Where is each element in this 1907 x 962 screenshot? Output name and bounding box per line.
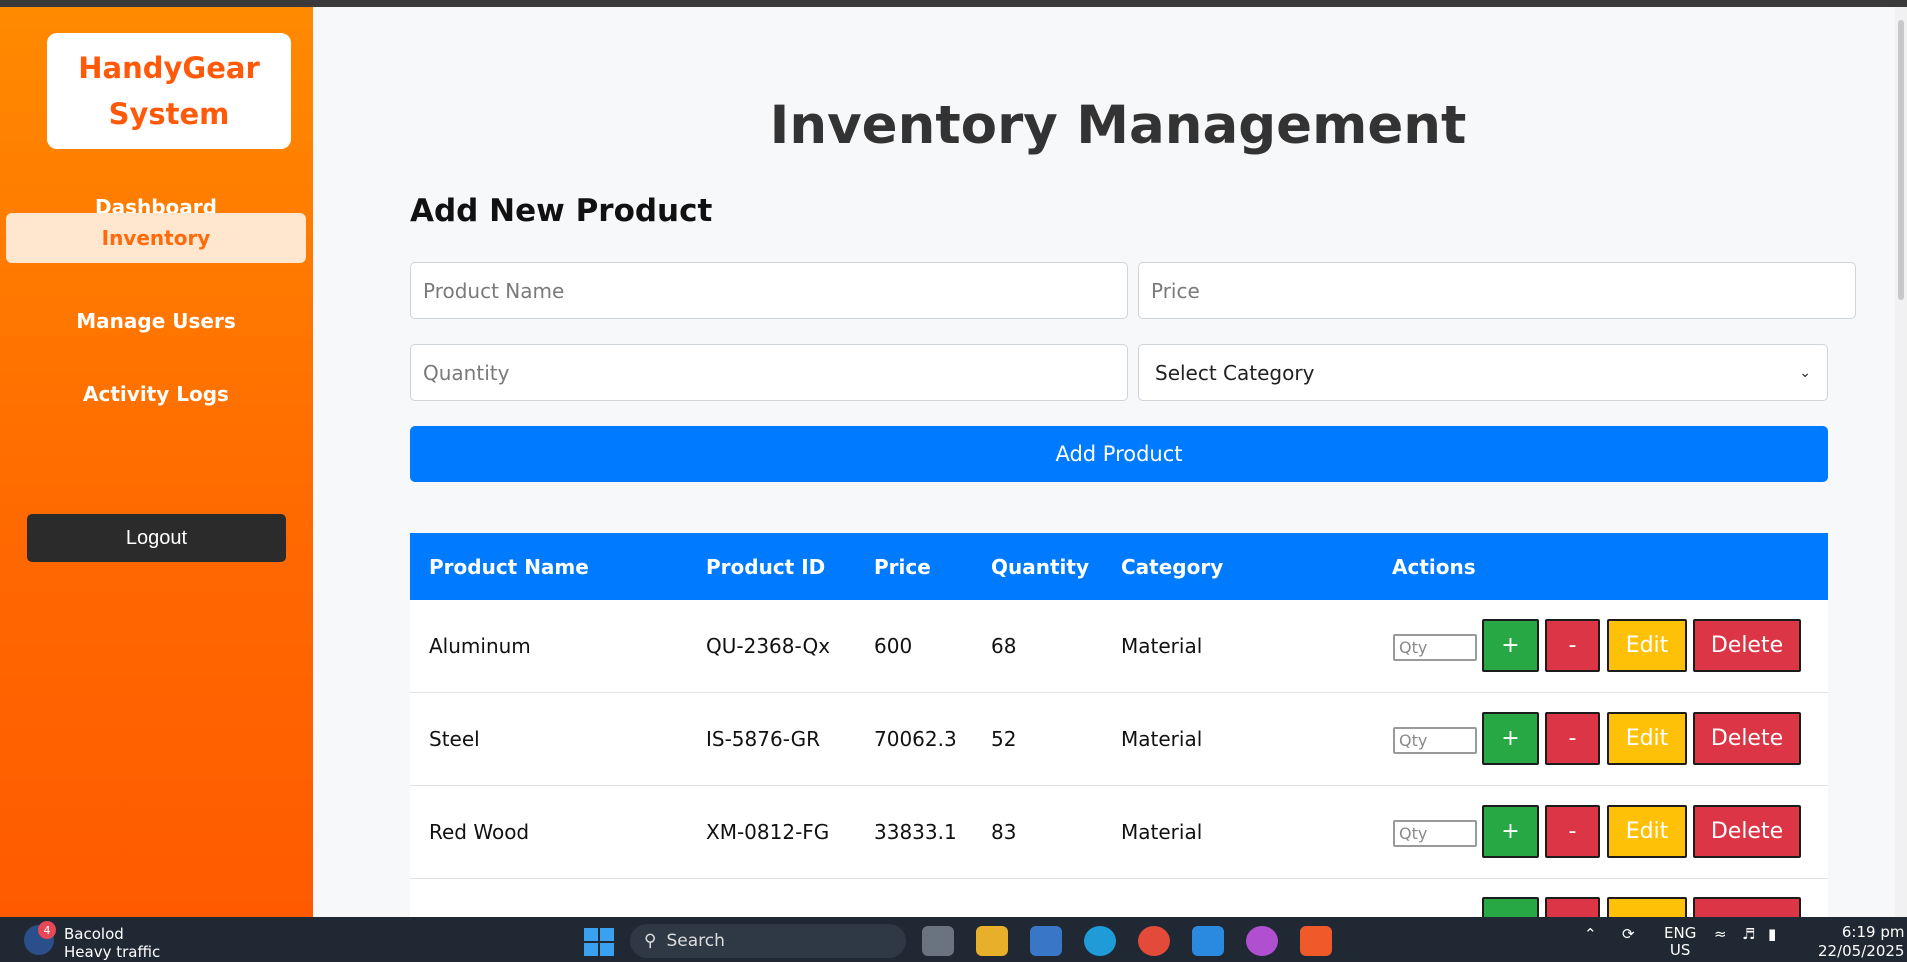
inventory-table: Product Name Product ID Price Quantity C… [410, 533, 1828, 917]
page-scrollbar-thumb[interactable] [1898, 20, 1904, 300]
delete-button[interactable]: Delete [1693, 619, 1801, 672]
windows-start-icon[interactable] [584, 928, 614, 956]
sidebar: HandyGear System Dashboard Inventory Man… [0, 7, 313, 917]
column-header-quantity: Quantity [991, 554, 1089, 579]
delete-button[interactable] [1693, 897, 1801, 917]
cell-price: 600 [874, 634, 913, 658]
delete-button[interactable]: Delete [1693, 712, 1801, 765]
volume-icon[interactable]: ♬ [1742, 925, 1755, 943]
region-code: US [1669, 941, 1691, 959]
section-title: Add New Product [410, 193, 713, 229]
system-clock[interactable]: 6:19 pm 22/05/2025 [1818, 923, 1904, 961]
edit-button[interactable]: Edit [1607, 805, 1687, 858]
cell-quantity: 52 [991, 727, 1017, 751]
decrease-qty-button[interactable]: - [1545, 805, 1600, 858]
increase-qty-button[interactable]: + [1482, 805, 1539, 858]
cell-price: 33833.1 [874, 820, 957, 844]
chrome-icon[interactable] [1138, 926, 1170, 956]
weather-city: Bacolod [64, 925, 124, 943]
traffic-icon: 4 [24, 921, 56, 955]
price-input[interactable] [1138, 262, 1856, 319]
window-top-bar [0, 0, 1907, 7]
edit-button[interactable] [1607, 897, 1687, 917]
cell-category: Material [1121, 727, 1203, 751]
column-header-product-name: Product Name [429, 554, 589, 579]
store-icon[interactable] [1030, 926, 1062, 956]
clock-time: 6:19 pm [1841, 923, 1905, 941]
edit-button[interactable]: Edit [1607, 712, 1687, 765]
quantity-input[interactable] [410, 344, 1128, 401]
logout-button[interactable]: Logout [27, 514, 286, 562]
edit-button[interactable]: Edit [1607, 619, 1687, 672]
category-select[interactable]: Select Category ⌄ [1138, 344, 1828, 401]
increase-qty-button[interactable]: + [1482, 619, 1539, 672]
cell-product-name: Red Wood [429, 820, 530, 844]
delete-button[interactable]: Delete [1693, 805, 1801, 858]
file-explorer-icon[interactable] [976, 926, 1008, 956]
cell-product-id: IS-5876-GR [706, 727, 821, 751]
table-row: Steel IS-5876-GR 70062.3 52 Material + -… [410, 693, 1828, 786]
qty-input[interactable] [1393, 727, 1477, 754]
increase-qty-button[interactable]: + [1482, 712, 1539, 765]
taskbar-search-label: Search [666, 931, 725, 951]
page-title: Inventory Management [769, 95, 1467, 156]
qty-input[interactable] [1393, 634, 1477, 661]
table-row: Red Wood XM-0812-FG 33833.1 83 Material … [410, 786, 1828, 879]
sidebar-item-activity-logs[interactable]: Activity Logs [6, 364, 306, 424]
notification-badge: 4 [38, 921, 56, 939]
taskbar-search[interactable]: ⚲ Search [630, 924, 906, 958]
chevron-up-icon[interactable]: ⌃ [1584, 925, 1597, 943]
column-header-category: Category [1121, 554, 1224, 579]
vscode-icon[interactable] [1192, 926, 1224, 956]
qty-input[interactable] [1393, 820, 1477, 847]
os-taskbar: 4 Bacolod Heavy traffic ⚲ Search ⌃ ⟳ ENG… [0, 917, 1907, 962]
weather-status: Heavy traffic [64, 943, 161, 961]
chevron-down-icon: ⌄ [1799, 364, 1811, 381]
sidebar-item-manage-users[interactable]: Manage Users [6, 291, 306, 351]
table-header: Product Name Product ID Price Quantity C… [410, 533, 1828, 600]
column-header-product-id: Product ID [706, 554, 826, 579]
cell-price: 70062.3 [874, 727, 957, 751]
column-header-actions: Actions [1392, 554, 1476, 579]
increase-qty-button[interactable] [1482, 897, 1539, 917]
cell-product-name: Aluminum [429, 634, 531, 658]
language-code: ENG [1664, 924, 1697, 942]
weather-widget[interactable]: 4 Bacolod Heavy traffic [24, 921, 161, 961]
cell-product-id: QU-2368-Qx [706, 634, 831, 658]
column-header-price: Price [874, 554, 931, 579]
sidebar-item-inventory[interactable]: Inventory [6, 213, 306, 263]
brand-logo: HandyGear System [47, 33, 291, 149]
brand-line-2: System [108, 97, 230, 131]
battery-icon[interactable]: ▮ [1768, 925, 1776, 943]
add-product-button[interactable]: Add Product [410, 426, 1828, 482]
cell-product-id: XM-0812-FG [706, 820, 830, 844]
clock-date: 22/05/2025 [1818, 942, 1905, 960]
decrease-qty-button[interactable] [1545, 897, 1600, 917]
xampp-icon[interactable] [1300, 926, 1332, 956]
decrease-qty-button[interactable]: - [1545, 619, 1600, 672]
table-row-partial [410, 879, 1828, 917]
cell-quantity: 68 [991, 634, 1017, 658]
task-view-icon[interactable] [922, 926, 954, 956]
cell-product-name: Steel [429, 727, 480, 751]
language-indicator[interactable]: ENG US [1664, 925, 1696, 959]
wifi-icon[interactable]: ≈ [1714, 925, 1727, 943]
sync-icon[interactable]: ⟳ [1622, 925, 1635, 943]
cell-category: Material [1121, 634, 1203, 658]
decrease-qty-button[interactable]: - [1545, 712, 1600, 765]
sidebar-item-label: Inventory [101, 226, 211, 250]
cell-category: Material [1121, 820, 1203, 844]
cell-quantity: 83 [991, 820, 1017, 844]
table-row: Aluminum QU-2368-Qx 600 68 Material + - … [410, 600, 1828, 693]
product-name-input[interactable] [410, 262, 1128, 319]
category-select-value: Select Category [1155, 360, 1315, 385]
search-icon: ⚲ [644, 931, 657, 951]
edge-icon[interactable] [1084, 926, 1116, 956]
color-app-icon[interactable] [1246, 926, 1278, 956]
main-content: Inventory Management Add New Product Sel… [313, 7, 1895, 917]
sidebar-item-label: Manage Users [76, 309, 236, 333]
sidebar-item-label: Activity Logs [83, 382, 229, 406]
brand-line-1: HandyGear [78, 51, 260, 85]
